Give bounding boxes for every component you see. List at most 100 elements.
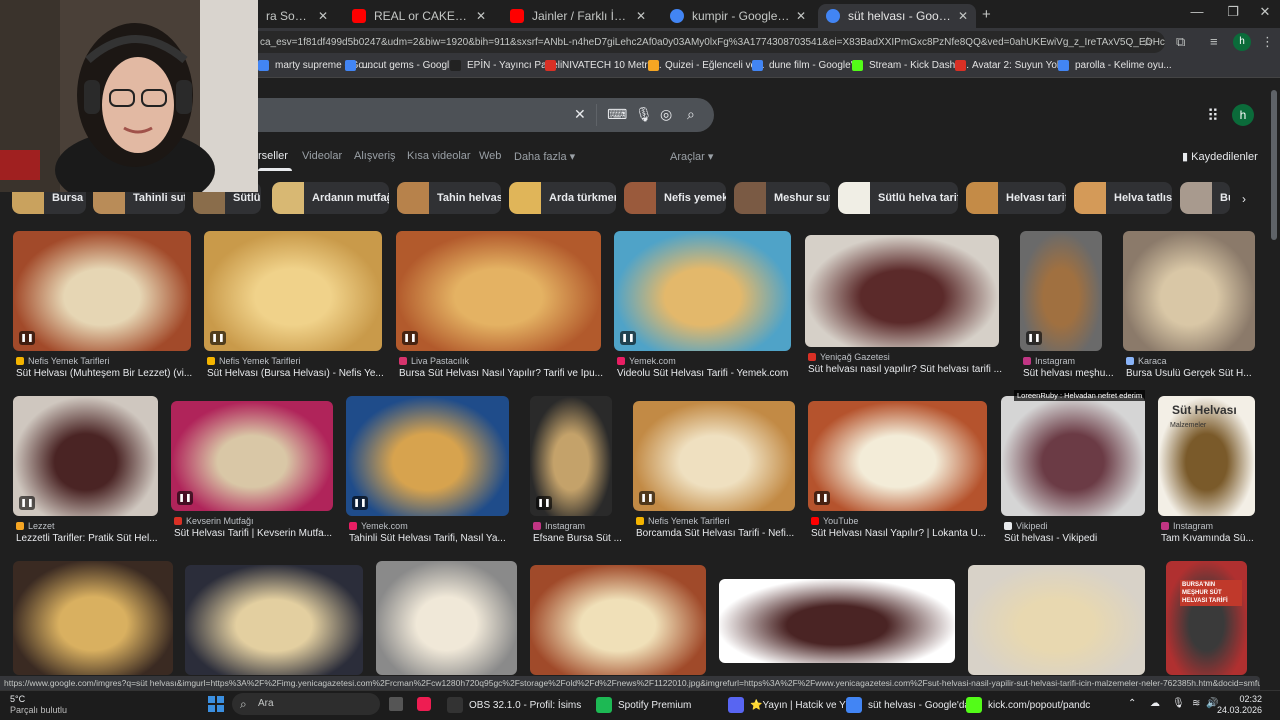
taskbar-app[interactable]: kick.com/popout/pandc (966, 697, 1090, 713)
close-window-icon[interactable]: ✕ (1250, 4, 1280, 20)
close-icon[interactable]: ✕ (318, 9, 328, 23)
maximize-icon[interactable]: ❐ (1218, 4, 1248, 20)
result-title[interactable]: Bursa Süt Helvası Nasıl Yapılır? Tarifi … (399, 368, 624, 379)
result-title[interactable]: Süt Helvası (Bursa Helvası) - Nefis Ye..… (207, 368, 405, 379)
windows-start-icon[interactable] (208, 696, 224, 712)
chip-5[interactable]: Arda türkmen (509, 182, 616, 214)
chip-11[interactable]: Bur (1180, 182, 1230, 214)
chip-7[interactable]: Meshur sut (734, 182, 830, 214)
chip-3[interactable]: Ardanın mutfağı (272, 182, 389, 214)
image-result[interactable]: ❚❚ Lezzet Lezzetli Tarifler: Pratik Süt He… (13, 396, 158, 552)
image-result[interactable]: ❚❚ YouTube Süt Helvası Nasıl Yapılır? | Lo… (808, 401, 987, 547)
result-thumbnail[interactable]: ❚❚ (171, 401, 333, 511)
microphone-icon[interactable]: 🎙 (635, 106, 653, 123)
media-icon[interactable]: ≡ (1210, 34, 1218, 49)
chip-8[interactable]: Sütlü helva tarifi (838, 182, 958, 214)
result-thumbnail[interactable]: ❚❚ (346, 396, 509, 516)
browser-tab-4[interactable]: kumpir - Google'da Ara✕ (662, 4, 814, 28)
chip-9[interactable]: Helvası tarif (966, 182, 1066, 214)
browser-tab-1[interactable]: ra Sokak Ye✕ (258, 4, 336, 28)
taskbar-app[interactable]: Spotify Premium (596, 697, 691, 713)
result-title[interactable]: Tam Kıvamında Sü... (1161, 533, 1278, 544)
tab-short-videos[interactable]: Kısa videolar (407, 150, 471, 162)
result-title[interactable]: Borcamda Süt Helvası Tarifi - Nefi... (636, 528, 818, 539)
image-result[interactable]: ❚❚ Nefis Yemek Tarifleri Süt Helvası (Muht… (13, 231, 192, 387)
bookmark-item[interactable]: Quizei - Eğlenceli ve... (648, 60, 765, 71)
tools-button[interactable]: Araçlar ▾ (670, 150, 713, 163)
image-result[interactable]: ❚❚ Yemek.com Videolu Süt Helvası Tarifi - … (614, 231, 791, 387)
image-result[interactable]: Yeniçağ Gazetesi Süt helvası nasıl yapılı… (805, 235, 1002, 383)
bookmark-item[interactable]: dune film - Google'... (752, 60, 861, 71)
profile-avatar[interactable]: h (1233, 33, 1251, 51)
bookmark-item[interactable]: NIVATECH 10 Metre... (545, 60, 662, 71)
saved-button[interactable]: ▮ Kaydedilenler (1182, 150, 1258, 163)
new-tab-button[interactable]: + (982, 6, 991, 23)
bookmark-item[interactable]: uncut gems - Googl... (345, 60, 458, 71)
result-title[interactable]: Süt helvası - Vikipedi (1004, 533, 1168, 544)
result-thumbnail[interactable]: ❚❚ (808, 401, 987, 511)
wifi-icon[interactable]: ≋ (1192, 698, 1200, 709)
browser-tab-2[interactable]: REAL or CAKE Quiz? ✔️🍰❌✕ (344, 4, 494, 28)
result-thumbnail[interactable]: ❚❚ (614, 231, 791, 351)
tray-chevron-icon[interactable]: ⌃ (1128, 698, 1136, 709)
menu-icon[interactable]: ⋮ (1261, 34, 1274, 50)
taskbar-app[interactable]: süt helvası - Google'da (846, 697, 970, 713)
result-title[interactable]: Süt Helvası Tarifi | Kevserin Mutfa... (174, 528, 356, 539)
lens-icon[interactable]: ◎ (660, 106, 672, 123)
task-view-icon[interactable] (389, 697, 403, 711)
bookmark-item[interactable]: parolla - Kelime oyu... (1058, 60, 1172, 71)
result-title[interactable]: Süt Helvası Nasıl Yapılır? | Lokanta U..… (811, 528, 1010, 539)
apps-grid-icon[interactable]: ⠿ (1207, 106, 1219, 126)
clear-icon[interactable]: ✕ (574, 106, 586, 123)
keyboard-icon[interactable]: ⌨ (607, 106, 627, 123)
result-title[interactable]: Efsane Bursa Süt ... (533, 533, 635, 544)
image-result[interactable]: ❚❚ Instagram Efsane Bursa Süt ... (530, 396, 622, 552)
scrollbar[interactable] (1271, 90, 1277, 240)
tab-web[interactable]: Web (479, 150, 501, 162)
result-title[interactable]: Süt Helvası (Muhteşem Bir Lezzet) (vi... (16, 368, 214, 379)
tab-shopping[interactable]: Alışveriş (354, 150, 396, 162)
result-thumbnail[interactable] (376, 561, 517, 675)
result-thumbnail[interactable]: ❚❚ (633, 401, 795, 511)
chip-10[interactable]: Helva tatlısı (1074, 182, 1172, 214)
clock-time[interactable]: 02:32 (1202, 694, 1262, 704)
result-thumbnail[interactable]: ❚❚ (204, 231, 382, 351)
result-thumbnail[interactable] (13, 561, 173, 675)
chip-4[interactable]: Tahin helvası (397, 182, 501, 214)
result-thumbnail[interactable] (1001, 396, 1145, 516)
result-thumbnail[interactable]: ❚❚ (396, 231, 601, 351)
result-thumbnail[interactable] (1123, 231, 1255, 351)
image-result[interactable]: ❚❚ Instagram Süt helvası meşhu... (1020, 231, 1114, 387)
weather-temp[interactable]: 5°C (10, 694, 25, 704)
result-title[interactable]: Süt helvası meşhu... (1023, 368, 1125, 379)
browser-tab-active[interactable]: süt helvası - Google'da Ara✕ (818, 4, 976, 28)
tab-more[interactable]: Daha fazla ▾ (514, 150, 575, 163)
result-title[interactable]: Bursa Usulü Gerçek Süt H... (1126, 368, 1278, 379)
microphone-tray-icon[interactable]: 🎙 (1172, 698, 1185, 709)
search-icon[interactable]: ⌕ (687, 106, 695, 123)
extensions-icon[interactable]: ⧉ (1176, 34, 1185, 50)
chevron-right-icon[interactable]: › (1242, 192, 1246, 206)
google-profile-avatar[interactable]: h (1232, 104, 1254, 126)
taskbar-app[interactable]: ⭐Yayın | Hatcik ve Yc (728, 697, 851, 713)
result-title[interactable]: Tahinli Süt Helvası Tarifi, Nasıl Ya... (349, 533, 532, 544)
address-bar[interactable]: ca_esv=1f81df499d5b0247&udm=2&biw=1920&b… (230, 31, 1165, 53)
taskbar-app[interactable]: OBS 32.1.0 - Profil: İsims (447, 697, 581, 713)
result-thumbnail[interactable]: ❚❚ (530, 396, 612, 516)
close-icon[interactable]: ✕ (796, 9, 806, 23)
result-title[interactable]: Lezzetli Tarifler: Pratik Süt Hel... (16, 533, 181, 544)
bookmark-star-icon[interactable]: ☆ (1142, 34, 1154, 50)
result-thumbnail[interactable]: ❚❚ (13, 231, 191, 351)
close-icon[interactable]: ✕ (636, 9, 646, 23)
taskbar-search[interactable]: Ara (232, 693, 380, 715)
image-result[interactable]: ❚❚ Nefis Yemek Tarifleri Süt Helvası (Burs… (204, 231, 384, 387)
minimize-icon[interactable]: — (1182, 4, 1212, 19)
result-title[interactable]: Videolu Süt Helvası Tarifi - Yemek.com (617, 368, 814, 379)
network-icon[interactable]: ☁ (1150, 698, 1160, 709)
browser-tab-3[interactable]: Jainler / Farklı İnançlar - YouTube✕ (502, 4, 654, 28)
tab-videos[interactable]: Videolar (302, 150, 342, 162)
result-thumbnail[interactable] (185, 565, 363, 675)
result-thumbnail[interactable] (968, 565, 1145, 675)
close-icon[interactable]: ✕ (958, 9, 968, 23)
image-result[interactable]: Instagram Tam Kıvamında Sü... (1158, 396, 1255, 552)
